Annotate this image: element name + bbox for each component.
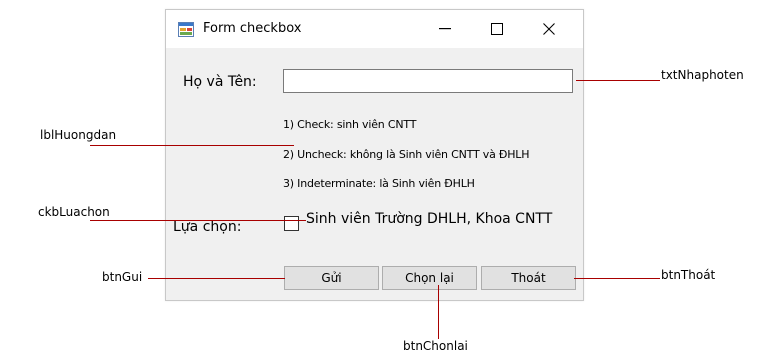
instruction-line-2: 2) Uncheck: không là Sinh viên CNTT và Đ… [283,148,530,161]
txtNhaphoten-input[interactable] [283,69,573,93]
exit-button[interactable]: Thoát [481,266,576,290]
callout-line-gui [148,278,285,279]
callout-line-ckb [90,220,306,221]
callout-btnChonlai: btnChonlai [403,339,468,353]
callout-line-txt [576,80,660,81]
callout-line-lbl [90,145,294,146]
choice-label: Lựa chọn: [173,219,242,235]
callout-txtNhaphoten: txtNhaphoten [661,68,744,82]
callout-btnThoat: btnThoát [661,268,716,282]
instruction-line-1: 1) Check: sinh viên CNTT [283,118,417,131]
close-icon [543,23,555,35]
minimize-button[interactable] [422,10,468,48]
callout-ckbLuachon: ckbLuachon [38,205,110,219]
close-button[interactable] [526,10,572,48]
send-button[interactable]: Gửi [284,266,379,290]
minimize-icon [439,28,451,30]
ckbLuachon-checkbox[interactable] [284,216,299,231]
window-title: Form checkbox [203,21,302,36]
name-label: Họ và Tên: [183,74,257,90]
title-bar[interactable]: Form checkbox [166,10,583,48]
callout-line-chonlai [438,285,439,339]
maximize-icon [491,23,503,35]
callout-btnGui: btnGui [102,270,143,284]
callout-line-thoat [574,278,660,279]
instruction-line-3: 3) Indeterminate: là Sinh viên ĐHLH [283,177,475,190]
form-window: Form checkbox Họ và Tên: 1) Check: sinh … [165,9,584,301]
app-form-icon [178,22,194,37]
callout-lblHuongdan: lblHuongdan [40,128,117,142]
maximize-button[interactable] [474,10,520,48]
checkbox-label[interactable]: Sinh viên Trường DHLH, Khoa CNTT [306,211,552,227]
reset-button[interactable]: Chọn lại [382,266,477,290]
